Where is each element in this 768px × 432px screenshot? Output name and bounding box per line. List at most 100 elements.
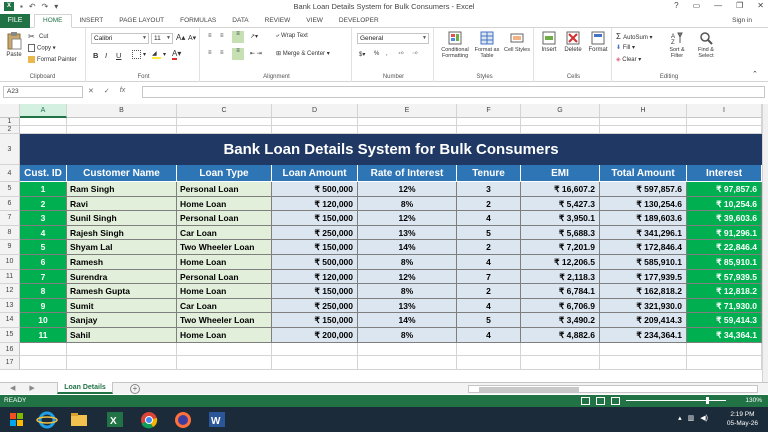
grid-cell[interactable] xyxy=(67,126,177,134)
sort-filter-button[interactable]: AZ Sort & Filter xyxy=(664,31,690,59)
tenure-cell[interactable]: 7 xyxy=(457,269,521,285)
interest-cell[interactable]: ₹ 12,818.2 xyxy=(687,284,762,299)
interest-cell[interactable]: ₹ 71,930.0 xyxy=(687,298,762,314)
loan-type-cell[interactable]: Home Loan xyxy=(177,328,272,343)
row-header[interactable]: 12 xyxy=(0,284,20,299)
row-header[interactable]: 7 xyxy=(0,211,20,226)
grid-cell[interactable] xyxy=(521,342,600,356)
sheet-tab-loan-details[interactable]: Loan Details xyxy=(57,382,113,394)
table-header-cell[interactable]: Cust. ID xyxy=(20,165,67,182)
cust-id-cell[interactable]: 3 xyxy=(20,211,67,226)
total-amount-cell[interactable]: ₹ 341,296.1 xyxy=(600,225,687,241)
row-header[interactable]: 16 xyxy=(0,342,20,356)
grid-cell[interactable] xyxy=(272,356,358,370)
grid-cell[interactable] xyxy=(687,126,762,134)
decrease-decimal-icon[interactable]: ⁻⁰ xyxy=(412,51,418,58)
grid-cell[interactable] xyxy=(20,342,67,356)
customer-name-cell[interactable]: Surendra xyxy=(67,269,177,285)
loan-amount-cell[interactable]: ₹ 500,000 xyxy=(272,182,358,197)
interest-cell[interactable]: ₹ 91,296.1 xyxy=(687,225,762,241)
tenure-cell[interactable]: 5 xyxy=(457,225,521,241)
grid-cell[interactable] xyxy=(600,126,687,134)
cust-id-cell[interactable]: 1 xyxy=(20,182,67,197)
loan-type-cell[interactable]: Home Loan xyxy=(177,196,272,212)
cust-id-cell[interactable]: 7 xyxy=(20,269,67,285)
tab-review[interactable]: REVIEW xyxy=(257,14,299,28)
grid-cell[interactable] xyxy=(600,356,687,370)
table-header-cell[interactable]: Tenure xyxy=(457,165,521,182)
grid-cell[interactable] xyxy=(457,126,521,134)
merge-center-button[interactable]: ⊞ Merge & Center ▾ xyxy=(276,50,330,57)
rate-cell[interactable]: 12% xyxy=(358,211,457,226)
horizontal-scrollbar[interactable] xyxy=(468,385,758,393)
column-header-d[interactable]: D xyxy=(272,104,358,118)
tab-insert[interactable]: INSERT xyxy=(72,14,112,28)
column-header-f[interactable]: F xyxy=(457,104,521,118)
number-format-dropdown[interactable]: General ▼ xyxy=(357,33,429,44)
tenure-cell[interactable]: 3 xyxy=(457,182,521,197)
normal-view-icon[interactable] xyxy=(581,397,590,405)
ribbon-display-icon[interactable]: ▭ xyxy=(693,1,701,10)
cust-id-cell[interactable]: 10 xyxy=(20,313,67,328)
row-header[interactable]: 17 xyxy=(0,356,20,370)
loan-amount-cell[interactable]: ₹ 200,000 xyxy=(272,328,358,343)
windows-start-icon[interactable] xyxy=(6,409,28,430)
grid-cell[interactable] xyxy=(20,356,67,370)
loan-amount-cell[interactable]: ₹ 150,000 xyxy=(272,240,358,255)
cust-id-cell[interactable]: 2 xyxy=(20,196,67,212)
row-header[interactable]: 11 xyxy=(0,269,20,285)
cut-button[interactable]: ✂ Cut xyxy=(28,32,48,41)
grid-cell[interactable] xyxy=(358,342,457,356)
loan-type-cell[interactable]: Car Loan xyxy=(177,298,272,314)
column-header-e[interactable]: E xyxy=(358,104,457,118)
table-header-cell[interactable]: Customer Name xyxy=(67,165,177,182)
loan-type-cell[interactable]: Personal Loan xyxy=(177,269,272,285)
file-explorer-icon[interactable] xyxy=(68,409,90,430)
total-amount-cell[interactable]: ₹ 321,930.0 xyxy=(600,298,687,314)
increase-decimal-icon[interactable]: ⁺⁰ xyxy=(398,51,404,58)
network-icon[interactable]: ▥ xyxy=(688,414,695,422)
grid-cell[interactable] xyxy=(358,118,457,126)
worksheet-grid[interactable]: A B C D E F G H I 1 2 3 4 5 6 7 8 9 10 11 12 13 14 15 1… xyxy=(0,104,762,382)
format-as-table-button[interactable]: Format as Table xyxy=(472,31,502,59)
table-header-cell[interactable]: Interest xyxy=(687,165,762,182)
insert-cells-button[interactable]: Insert xyxy=(538,31,560,53)
loan-amount-cell[interactable]: ₹ 150,000 xyxy=(272,313,358,328)
grid-cell[interactable] xyxy=(272,126,358,134)
bold-button[interactable]: B xyxy=(93,51,98,60)
column-header-g[interactable]: G xyxy=(521,104,600,118)
prev-sheet-icon[interactable]: ◀ xyxy=(10,383,15,395)
customer-name-cell[interactable]: Ram Singh xyxy=(67,182,177,197)
loan-type-cell[interactable]: Two Wheeler Loan xyxy=(177,313,272,328)
rate-cell[interactable]: 8% xyxy=(358,196,457,212)
column-header-a[interactable]: A xyxy=(20,104,67,118)
customer-name-cell[interactable]: Ramesh Gupta xyxy=(67,284,177,299)
loan-amount-cell[interactable]: ₹ 250,000 xyxy=(272,225,358,241)
interest-cell[interactable]: ₹ 10,254.6 xyxy=(687,196,762,212)
loan-type-cell[interactable]: Home Loan xyxy=(177,284,272,299)
borders-button[interactable]: ▾ xyxy=(132,50,146,59)
tenure-cell[interactable]: 4 xyxy=(457,328,521,343)
internet-explorer-icon[interactable] xyxy=(36,409,58,430)
italic-button[interactable]: I xyxy=(105,51,107,60)
clear-button[interactable]: ◈ Clear ▾ xyxy=(616,56,641,63)
tray-arrow-icon[interactable]: ▴ xyxy=(678,414,682,422)
tenure-cell[interactable]: 2 xyxy=(457,196,521,212)
grid-cell[interactable] xyxy=(272,118,358,126)
shrink-font-button[interactable]: A▾ xyxy=(188,34,196,42)
emi-cell[interactable]: ₹ 5,427.3 xyxy=(521,196,600,212)
align-center-icon[interactable]: ≡ xyxy=(220,50,224,56)
column-header-c[interactable]: C xyxy=(177,104,272,118)
collapse-ribbon-icon[interactable]: ⌃ xyxy=(752,70,758,78)
grid-cell[interactable] xyxy=(687,118,762,126)
customer-name-cell[interactable]: Sumit xyxy=(67,298,177,314)
customer-name-cell[interactable]: Sunil Singh xyxy=(67,211,177,226)
tenure-cell[interactable]: 2 xyxy=(457,240,521,255)
grid-cell[interactable] xyxy=(67,342,177,356)
grow-font-button[interactable]: A▴ xyxy=(176,33,185,42)
grid-cell[interactable] xyxy=(521,118,600,126)
customer-name-cell[interactable]: Rajesh Singh xyxy=(67,225,177,241)
loan-amount-cell[interactable]: ₹ 120,000 xyxy=(272,196,358,212)
align-bottom-icon[interactable]: ≡ xyxy=(232,31,244,43)
customer-name-cell[interactable]: Sahil xyxy=(67,328,177,343)
